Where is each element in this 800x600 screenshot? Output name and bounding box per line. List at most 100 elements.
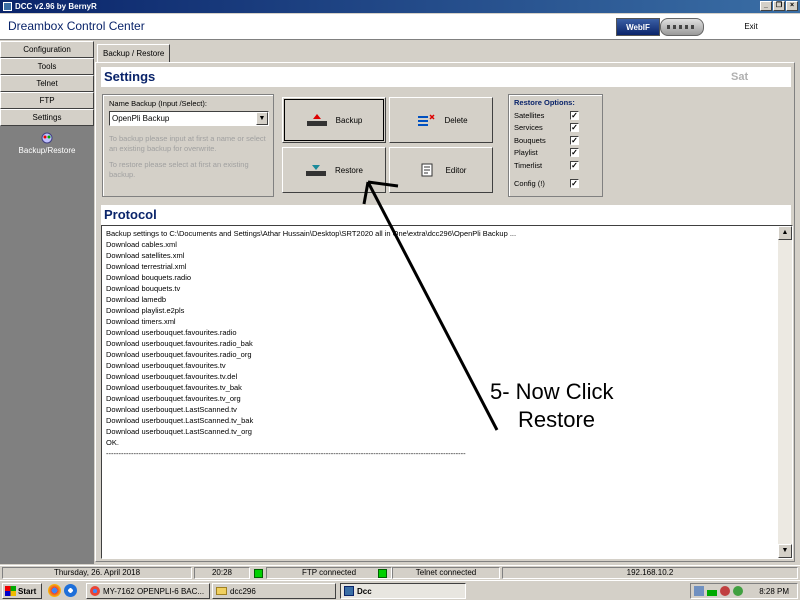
protocol-log[interactable]: Backup settings to C:\Documents and Sett… <box>101 225 793 559</box>
editor-icon <box>421 163 433 177</box>
protocol-header: Protocol <box>101 205 791 225</box>
taskbar: Start MY-7162 OPENPLI-6 BAC... dcc296 Dc… <box>0 580 800 600</box>
chevron-down-icon[interactable]: ▼ <box>256 112 268 125</box>
restore-icon <box>305 165 326 176</box>
log-line: Download terrestrial.xml <box>106 262 187 271</box>
signal-icon[interactable] <box>707 586 717 596</box>
dcc-app-icon <box>3 2 12 11</box>
config-checkbox[interactable]: ✓ <box>570 179 579 189</box>
sidebar-item-telnet[interactable]: Telnet <box>0 75 94 92</box>
status-date: Thursday, 26. April 2018 <box>2 567 192 579</box>
status-time: 20:28 <box>194 567 250 579</box>
restore-option-label: Timerlist <box>514 160 543 170</box>
services-checkbox[interactable]: ✓ <box>570 123 579 133</box>
system-tray: 8:28 PM <box>690 583 798 599</box>
minimize-button[interactable]: _ <box>760 1 772 11</box>
restore-option-bouquets: Bouquets ✓ <box>514 134 597 147</box>
backup-restore-icon <box>41 132 53 144</box>
dcc-app-icon <box>344 586 354 596</box>
close-button[interactable]: × <box>786 1 798 11</box>
taskbar-task-dcc[interactable]: Dcc <box>340 583 466 599</box>
timerlist-checkbox[interactable]: ✓ <box>570 160 579 170</box>
settings-header: Settings Sat <box>101 67 791 87</box>
delete-label: Delete <box>444 115 468 125</box>
editor-label: Editor <box>445 165 467 175</box>
exit-button[interactable]: Exit <box>716 18 786 36</box>
chrome-quicklaunch-icon[interactable] <box>48 584 61 597</box>
ie-quicklaunch-icon[interactable] <box>64 584 77 597</box>
bouquets-checkbox[interactable]: ✓ <box>570 135 579 145</box>
protocol-log-lines: Backup settings to C:\Documents and Sett… <box>106 228 776 459</box>
backup-button[interactable]: Backup <box>282 97 386 143</box>
name-backup-panel: Name Backup (Input /Select): OpenPli Bac… <box>102 94 274 197</box>
log-line: Download bouquets.tv <box>106 284 181 293</box>
chrome-icon <box>90 586 100 596</box>
log-line: ----------------------------------------… <box>106 449 466 458</box>
taskbar-clock: 8:28 PM <box>759 587 789 596</box>
taskbar-task-folder[interactable]: dcc296 <box>212 583 336 599</box>
log-line: Download cables.xml <box>106 240 177 249</box>
security-icon[interactable] <box>720 586 730 596</box>
tab-backup-restore[interactable]: Backup / Restore <box>97 44 171 62</box>
playlist-checkbox[interactable]: ✓ <box>570 148 579 158</box>
satellites-checkbox[interactable]: ✓ <box>570 110 579 120</box>
maximize-button[interactable]: ❐ <box>773 1 785 11</box>
task-label: Dcc <box>357 586 372 596</box>
main-content: Backup / Restore Settings Sat Name Backu… <box>95 41 800 564</box>
log-scrollbar[interactable]: ▲ ▼ <box>778 226 792 558</box>
log-line: Download userbouquet.favourites.tv_org <box>106 394 241 403</box>
log-line: OK. <box>106 438 119 447</box>
log-line: Download userbouquet.favourites.radio_or… <box>106 350 252 359</box>
restore-option-label: Satellites <box>514 110 545 120</box>
name-backup-select[interactable]: OpenPli Backup ▼ <box>109 111 269 126</box>
restore-option-label: Playlist <box>514 148 538 158</box>
sidebar-item-settings[interactable]: Settings <box>0 109 94 126</box>
network-icon[interactable] <box>733 586 743 596</box>
taskbar-task-chrome[interactable]: MY-7162 OPENPLI-6 BAC... <box>86 583 210 599</box>
task-label: MY-7162 OPENPLI-6 BAC... <box>103 586 205 596</box>
delete-icon <box>418 114 435 126</box>
sidebar-subitem-backup-restore[interactable]: Backup/Restore <box>0 132 94 155</box>
sidebar-item-configuration[interactable]: Configuration <box>0 41 94 58</box>
sidebar: Configuration Tools Telnet FTP Settings … <box>0 41 94 564</box>
log-line: Download bouquets.radio <box>106 273 192 282</box>
ftp-status-led <box>254 569 263 578</box>
backup-hint: To backup please input at first a name o… <box>109 134 266 153</box>
app-header: Dreambox Control Center WebIF Exit <box>0 14 800 40</box>
restore-option-label: Bouquets <box>514 135 546 145</box>
name-backup-label: Name Backup (Input /Select): <box>109 99 207 108</box>
backup-label: Backup <box>335 115 363 125</box>
sat-label: Sat <box>731 71 749 83</box>
status-telnet: Telnet connected <box>392 567 500 579</box>
log-line: Download userbouquet.favourites.tv_bak <box>106 383 242 392</box>
speaker-icon[interactable] <box>694 586 704 596</box>
backup-icon <box>306 114 327 126</box>
restore-option-services: Services ✓ <box>514 122 597 135</box>
windows-logo-icon <box>5 586 16 596</box>
window-controls: _ ❐ × <box>760 1 798 11</box>
log-line: Download userbouquet.LastScanned.tv_org <box>106 427 252 436</box>
sidebar-item-ftp[interactable]: FTP <box>0 92 94 109</box>
restore-option-config: Config (!) ✓ <box>514 178 597 191</box>
protocol-title: Protocol <box>104 207 157 222</box>
annotation-text: 5- Now Click Restore <box>490 378 613 434</box>
restore-option-timerlist: Timerlist ✓ <box>514 159 597 172</box>
sidebar-item-tools[interactable]: Tools <box>0 58 94 75</box>
tab-panel: Settings Sat Name Backup (Input /Select)… <box>95 62 795 562</box>
webif-button[interactable]: WebIF <box>616 18 660 36</box>
restore-button[interactable]: Restore <box>282 147 386 193</box>
log-line: Download userbouquet.favourites.radio_ba… <box>106 339 253 348</box>
start-button[interactable]: Start <box>2 583 42 599</box>
folder-icon <box>216 587 227 595</box>
delete-button[interactable]: Delete <box>389 97 493 143</box>
log-line: Download userbouquet.LastScanned.tv <box>106 405 237 414</box>
start-label: Start <box>18 586 37 596</box>
log-line: Download userbouquet.favourites.tv <box>106 361 226 370</box>
log-line: Download timers.xml <box>106 317 176 326</box>
task-label: dcc296 <box>230 586 256 596</box>
scroll-up-icon[interactable]: ▲ <box>778 226 792 240</box>
remote-control-icon[interactable] <box>660 18 704 36</box>
editor-button[interactable]: Editor <box>389 147 493 193</box>
restore-options-title: Restore Options: <box>514 98 575 107</box>
scroll-down-icon[interactable]: ▼ <box>778 544 792 558</box>
